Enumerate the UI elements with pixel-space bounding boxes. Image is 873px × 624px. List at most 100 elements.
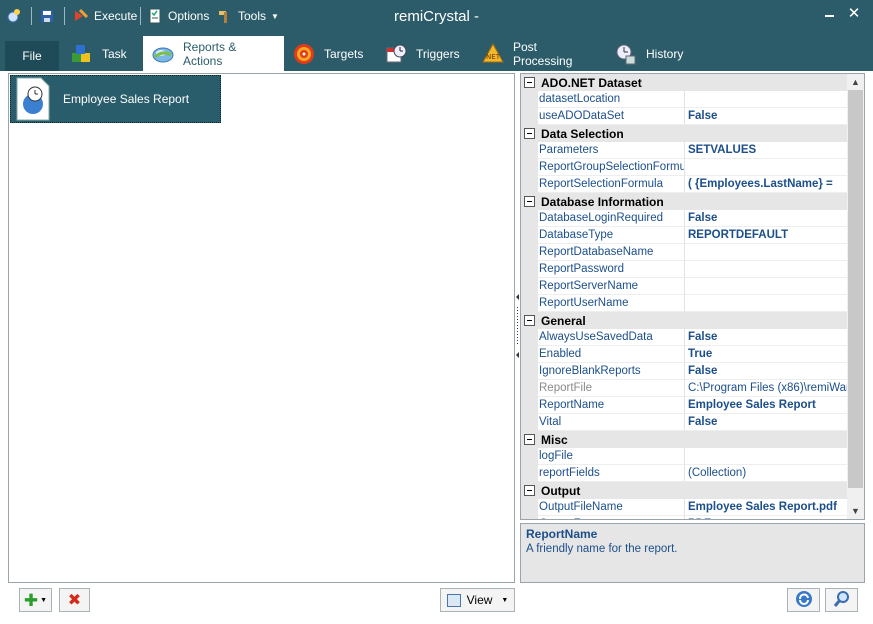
property-category[interactable]: Data Selection — [521, 125, 848, 142]
property-row[interactable]: ReportServerName — [521, 278, 848, 295]
property-name: logFile — [538, 448, 685, 465]
property-row[interactable]: ReportDatabaseName — [521, 244, 848, 261]
tab-targets[interactable]: Targets — [284, 36, 368, 71]
property-value[interactable] — [685, 448, 848, 465]
property-value[interactable] — [685, 278, 848, 295]
property-value[interactable]: True — [685, 346, 848, 363]
property-value[interactable]: REPORTDEFAULT — [685, 227, 848, 244]
tab-post-processing[interactable]: NET Post Processing — [473, 36, 599, 71]
property-name: DatabaseType — [538, 227, 685, 244]
property-value[interactable]: False — [685, 108, 848, 125]
tab-file[interactable]: File — [5, 41, 59, 71]
collapse-icon[interactable] — [524, 315, 535, 326]
property-row[interactable]: Vital False — [521, 414, 848, 431]
tab-post-processing-label: Post Processing — [513, 39, 573, 68]
collapse-icon[interactable] — [524, 485, 535, 496]
row-gutter — [521, 176, 538, 193]
property-row[interactable]: ReportUserName — [521, 295, 848, 312]
row-gutter — [521, 261, 538, 278]
property-row[interactable]: IgnoreBlankReports False — [521, 363, 848, 380]
property-description-title: ReportName — [526, 527, 598, 541]
property-value[interactable]: SETVALUES — [685, 142, 848, 159]
property-value[interactable] — [685, 295, 848, 312]
property-row[interactable]: datasetLocation — [521, 91, 848, 108]
property-row[interactable]: Enabled True — [521, 346, 848, 363]
add-report-button[interactable]: ✚ ▼ — [19, 588, 52, 612]
view-label: View — [466, 593, 493, 607]
target-icon — [292, 42, 316, 66]
property-row[interactable]: OutputFileName Employee Sales Report.pdf — [521, 499, 848, 516]
tab-reports-actions[interactable]: Reports & Actions — [143, 36, 284, 71]
scroll-up-icon[interactable]: ▲ — [847, 74, 864, 90]
scroll-down-icon[interactable]: ▼ — [847, 503, 864, 519]
property-description-panel: ReportName A friendly name for the repor… — [520, 523, 865, 583]
property-category[interactable]: Database Information — [521, 193, 848, 210]
property-row[interactable]: DatabaseLoginRequired False — [521, 210, 848, 227]
property-category[interactable]: ADO.NET Dataset — [521, 74, 848, 91]
property-row[interactable]: logFile — [521, 448, 848, 465]
refresh-button[interactable] — [787, 588, 820, 612]
row-gutter — [521, 363, 538, 380]
scrollbar-thumb[interactable] — [848, 90, 863, 488]
row-gutter — [521, 159, 538, 176]
search-icon — [833, 590, 851, 611]
property-value[interactable] — [685, 91, 848, 108]
delete-report-button[interactable]: ✖ — [59, 588, 90, 612]
property-row[interactable]: Parameters SETVALUES — [521, 142, 848, 159]
property-category-label: Misc — [541, 432, 568, 447]
property-value[interactable]: False — [685, 329, 848, 346]
collapse-icon[interactable] — [524, 434, 535, 445]
tab-triggers[interactable]: Triggers — [376, 36, 468, 71]
property-name: IgnoreBlankReports — [538, 363, 685, 380]
property-value[interactable]: False — [685, 363, 848, 380]
property-row[interactable]: ReportPassword — [521, 261, 848, 278]
property-value[interactable]: Employee Sales Report — [685, 397, 848, 414]
property-grid-scrollbar[interactable]: ▲ ▼ — [847, 74, 864, 519]
tab-task[interactable]: Task — [62, 36, 138, 71]
property-value[interactable]: PDF — [685, 516, 848, 519]
property-value[interactable] — [685, 159, 848, 176]
minimize-button[interactable] — [818, 4, 840, 24]
property-row[interactable]: reportFields (Collection) — [521, 465, 848, 482]
post-processing-icon: NET — [481, 42, 505, 66]
property-row[interactable]: ReportFile C:\Program Files (x86)\remiWar… — [521, 380, 848, 397]
property-value[interactable]: Employee Sales Report.pdf — [685, 499, 848, 516]
property-name: OutputFormat — [538, 516, 685, 519]
property-row[interactable]: ReportGroupSelectionFormul — [521, 159, 848, 176]
report-item-employee-sales[interactable]: Employee Sales Report — [10, 75, 221, 123]
tab-task-label: Task — [102, 46, 127, 61]
refresh-icon — [795, 590, 813, 611]
ribbon-tabs: File Task Reports & Actions Targets Trig… — [0, 34, 873, 71]
property-name: Vital — [538, 414, 685, 431]
property-value[interactable]: C:\Program Files (x86)\remiWare — [685, 380, 848, 397]
collapse-icon[interactable] — [524, 128, 535, 139]
close-button[interactable]: ✕ — [843, 4, 865, 24]
property-row[interactable]: ReportName Employee Sales Report — [521, 397, 848, 414]
property-category-label: ADO.NET Dataset — [541, 75, 642, 90]
property-category[interactable]: Output — [521, 482, 848, 499]
property-category[interactable]: General — [521, 312, 848, 329]
property-value[interactable]: ( {Employees.LastName} = — [685, 176, 848, 193]
collapse-icon[interactable] — [524, 77, 535, 88]
collapse-icon[interactable] — [524, 196, 535, 207]
tab-history[interactable]: History — [606, 36, 688, 71]
property-value[interactable]: (Collection) — [685, 465, 848, 482]
row-gutter — [521, 346, 538, 363]
property-row[interactable]: AlwaysUseSavedData False — [521, 329, 848, 346]
svg-text:NET: NET — [486, 53, 501, 61]
row-gutter — [521, 91, 538, 108]
property-value[interactable] — [685, 261, 848, 278]
search-button[interactable] — [825, 588, 858, 612]
property-row[interactable]: ReportSelectionFormula( {Employees.LastN… — [521, 176, 848, 193]
property-value[interactable] — [685, 244, 848, 261]
property-value[interactable]: False — [685, 414, 848, 431]
view-menu-button[interactable]: View ▼ — [440, 588, 515, 612]
property-name: Enabled — [538, 346, 685, 363]
property-row[interactable]: useADODataSet False — [521, 108, 848, 125]
property-row[interactable]: OutputFormatPDF — [521, 516, 848, 519]
property-category-label: Database Information — [541, 194, 664, 209]
property-value[interactable]: False — [685, 210, 848, 227]
property-category[interactable]: Misc — [521, 431, 848, 448]
row-gutter — [521, 244, 538, 261]
property-row[interactable]: DatabaseType REPORTDEFAULT — [521, 227, 848, 244]
